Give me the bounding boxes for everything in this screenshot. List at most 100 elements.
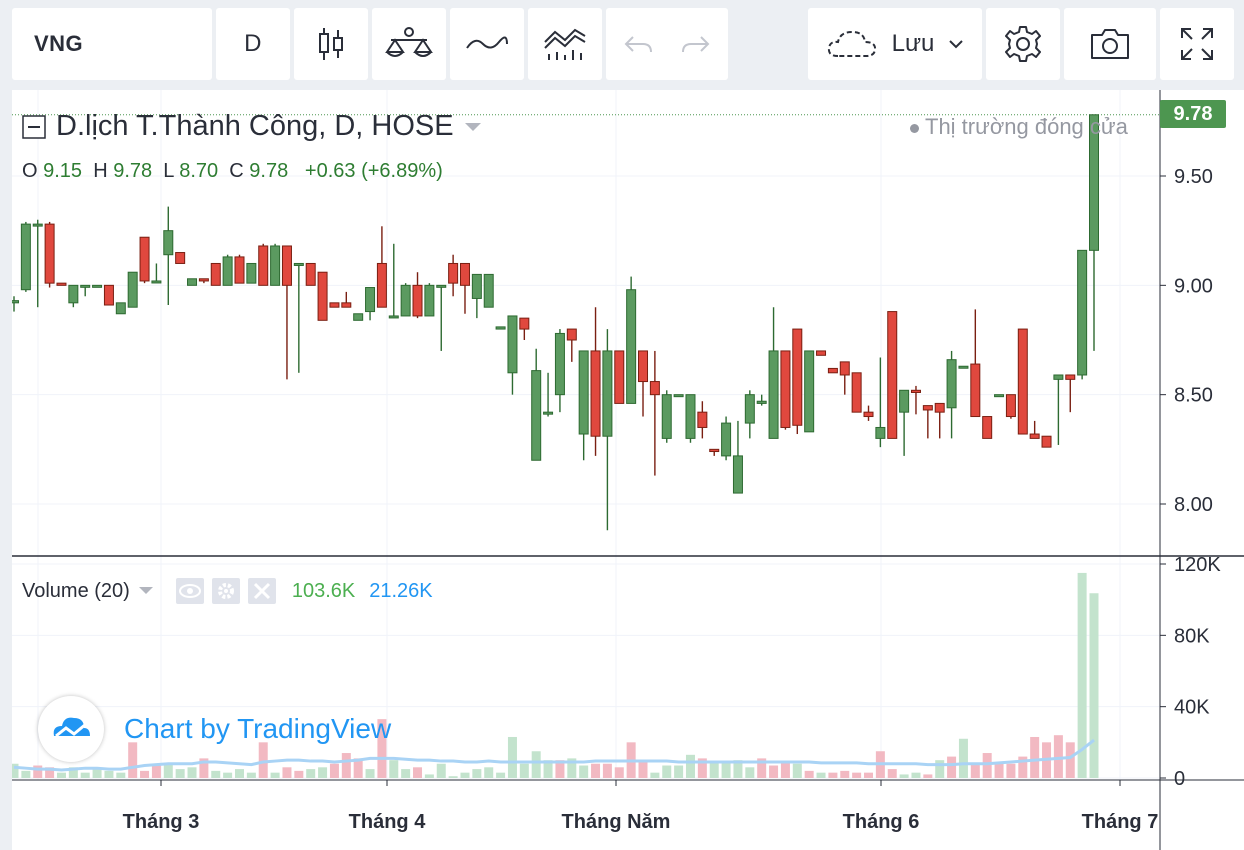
candle-body — [400, 284, 411, 317]
candle-body — [721, 422, 732, 457]
collapse-icon[interactable] — [22, 114, 46, 139]
candle-body — [424, 284, 435, 317]
compare-button[interactable] — [450, 8, 524, 80]
candle-body — [1077, 249, 1088, 376]
volume-bar — [472, 769, 482, 778]
volume-bar — [614, 767, 624, 778]
redo-icon[interactable] — [681, 33, 711, 55]
candle-body — [222, 256, 233, 286]
candle-body — [578, 350, 589, 435]
chevron-down-icon[interactable] — [464, 122, 482, 132]
volume-bar — [401, 769, 411, 778]
volume-bar — [982, 753, 992, 778]
candle-body — [744, 394, 755, 424]
volume-bar — [816, 772, 826, 778]
indicators-button[interactable] — [372, 8, 446, 80]
candle-body — [246, 262, 257, 284]
candle-body — [436, 284, 447, 288]
volume-bar — [116, 772, 126, 778]
close-value: 9.78 — [249, 160, 289, 182]
volume-tick-label: 120K — [1174, 554, 1221, 576]
indicators-icon — [385, 27, 433, 57]
candle-body — [934, 402, 945, 413]
gear-icon[interactable] — [211, 578, 240, 604]
volume-legend: Volume (20) 103.6K 21.26K — [22, 578, 433, 604]
volume-bar — [840, 770, 850, 778]
volume-bar — [448, 776, 458, 778]
close-icon[interactable] — [247, 578, 276, 604]
candle-body — [827, 367, 838, 374]
volume-bar — [187, 767, 197, 778]
candle-body — [1041, 435, 1052, 448]
screenshot-button[interactable] — [1064, 8, 1156, 80]
candle-body — [626, 289, 637, 404]
candle-body — [365, 287, 376, 313]
undo-icon[interactable] — [623, 33, 653, 55]
candle-body — [163, 230, 174, 256]
volume-bar — [531, 751, 541, 778]
chevron-down-icon[interactable] — [138, 586, 154, 596]
volume-bar — [970, 763, 980, 778]
save-button[interactable]: Lưu — [808, 8, 982, 80]
candle-body — [970, 363, 981, 418]
volume-bar — [496, 772, 506, 778]
volume-bar — [318, 767, 328, 778]
candle-body — [198, 278, 209, 282]
volume-bar — [389, 760, 399, 778]
volume-bar — [140, 770, 150, 778]
interval-button[interactable]: D — [216, 8, 290, 80]
chart-type-button[interactable] — [294, 8, 368, 80]
candle-body — [448, 262, 459, 284]
volume-bar — [436, 763, 446, 778]
candle-body — [661, 394, 672, 439]
candle-body — [697, 411, 708, 428]
candle-body — [590, 350, 601, 437]
volume-bar — [958, 738, 968, 778]
volume-bar — [507, 736, 517, 778]
candle-body — [495, 326, 506, 330]
volume-bar — [21, 770, 31, 778]
volume-bar — [365, 769, 375, 778]
volume-bar — [12, 763, 19, 778]
candle-body — [816, 350, 827, 356]
volume-bar — [519, 763, 529, 778]
interval-label: D — [244, 30, 262, 57]
candle-body — [922, 405, 933, 411]
volume-bar — [792, 763, 802, 778]
chart-panel[interactable]: 9.50 9.00 8.50 8.00 120K 80K 40K 0 Tháng 3 Tháng … — [12, 90, 1244, 850]
candle-body — [329, 302, 340, 308]
volume-bar — [804, 770, 814, 778]
candle-body — [566, 328, 577, 341]
volume-bar — [709, 761, 719, 778]
open-value: 9.15 — [43, 160, 83, 182]
y-tick-label: 8.00 — [1174, 494, 1213, 516]
volume-bar — [92, 769, 102, 778]
symbol-label: VNG — [34, 31, 84, 56]
volume-bar — [1030, 736, 1040, 778]
visibility-icon[interactable] — [175, 578, 204, 604]
high-label: H — [93, 160, 108, 182]
volume-bar — [484, 767, 494, 778]
volume-bar — [294, 770, 304, 778]
volume-bar — [1089, 593, 1099, 778]
volume-bar — [424, 774, 434, 778]
settings-button[interactable] — [986, 8, 1060, 80]
tradingview-logo-icon — [38, 696, 104, 762]
tradingview-branding[interactable]: Chart by TradingView — [38, 696, 391, 762]
candle-body — [732, 455, 743, 494]
templates-button[interactable] — [528, 8, 602, 80]
volume-bar — [1006, 763, 1016, 778]
volume-bar — [994, 763, 1004, 778]
fullscreen-button[interactable] — [1160, 8, 1234, 80]
candle-body — [1005, 394, 1016, 418]
close-label: C — [229, 160, 244, 182]
candle-body — [258, 245, 269, 286]
candle-body — [127, 271, 138, 308]
candle-body — [234, 256, 245, 284]
volume-bar — [104, 770, 114, 778]
symbol-search-button[interactable]: VNG — [12, 8, 212, 80]
candle-body — [887, 311, 898, 439]
volume-bar — [151, 765, 161, 778]
candle-body — [863, 411, 874, 418]
candle-body — [851, 372, 862, 413]
